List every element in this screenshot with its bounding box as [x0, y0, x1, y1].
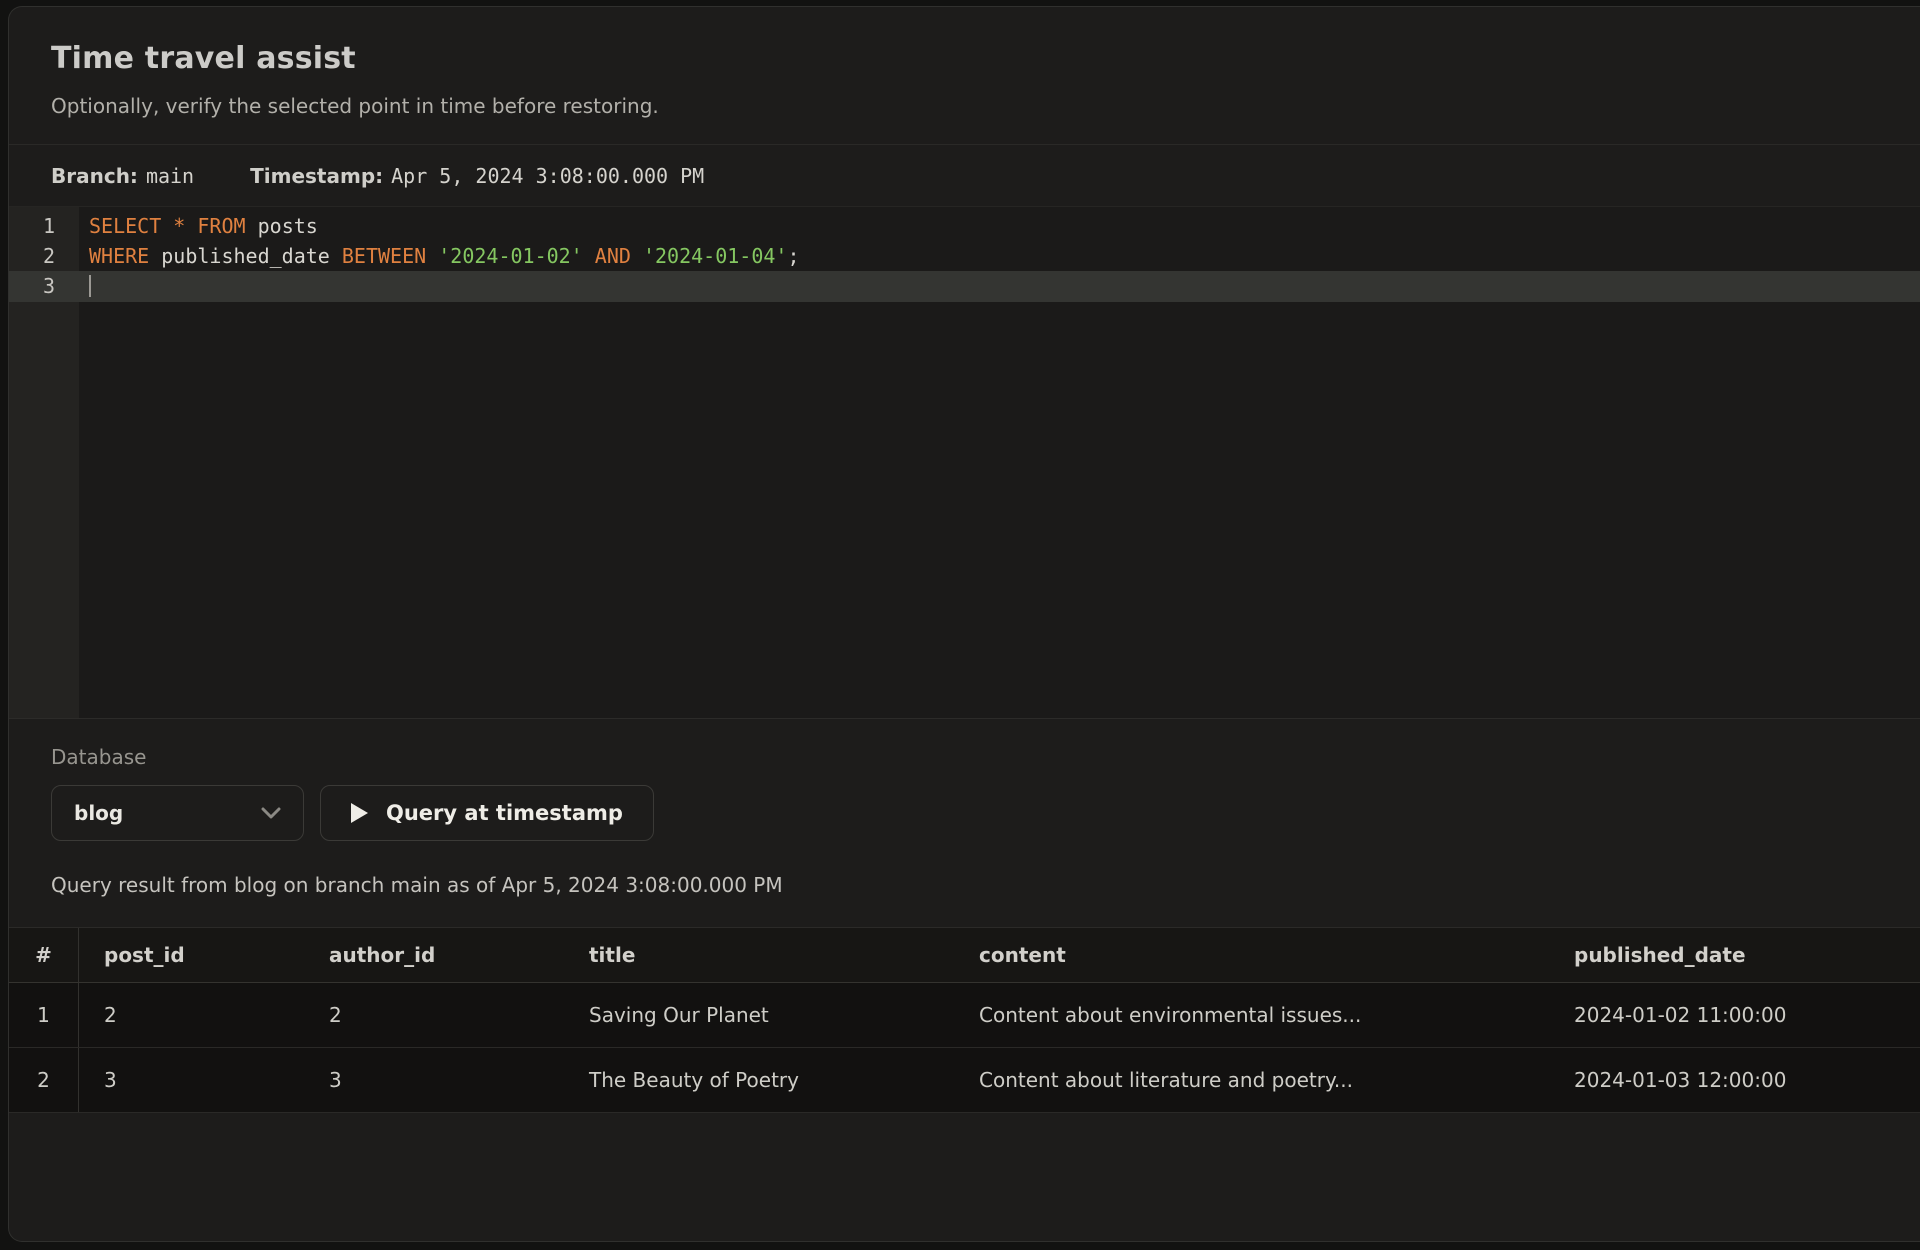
bottom-spacer	[9, 1113, 1920, 1241]
cell-author-id: 2	[304, 1003, 564, 1027]
query-button-label: Query at timestamp	[386, 801, 623, 825]
column-header-post-id: post_id	[79, 943, 304, 967]
code-line-3: 3	[9, 271, 1920, 301]
text-cursor	[89, 275, 91, 297]
column-header-author-id: author_id	[304, 943, 564, 967]
column-header-published-date: published_date	[1549, 943, 1920, 967]
code-line-1: 1 SELECT * FROM posts	[9, 211, 1920, 241]
cell-content: Content about environmental issues...	[954, 1003, 1549, 1027]
cell-post-id: 3	[79, 1068, 304, 1092]
panel-header: Time travel assist Optionally, verify th…	[9, 7, 1920, 145]
code-text-3	[79, 271, 91, 301]
result-table: # post_id author_id title content publis…	[9, 927, 1920, 1113]
cell-title: Saving Our Planet	[564, 1003, 954, 1027]
column-header-content: content	[954, 943, 1549, 967]
cell-index: 2	[9, 1048, 79, 1112]
code-text-2: WHERE published_date BETWEEN '2024-01-02…	[79, 241, 800, 271]
timestamp-group: Timestamp: Apr 5, 2024 3:08:00.000 PM	[250, 164, 704, 188]
code-text-1: SELECT * FROM posts	[79, 211, 318, 241]
line-number-3: 3	[9, 271, 79, 301]
cell-post-id: 2	[79, 1003, 304, 1027]
database-select-value: blog	[74, 801, 123, 825]
database-label: Database	[51, 745, 1878, 769]
page-subtitle: Optionally, verify the selected point in…	[51, 94, 1878, 118]
page-title: Time travel assist	[51, 41, 1878, 76]
branch-group: Branch: main	[51, 164, 194, 188]
line-number-1: 1	[9, 211, 79, 241]
timestamp-label: Timestamp:	[250, 164, 383, 188]
chevron-down-icon	[261, 807, 281, 819]
cell-index: 1	[9, 983, 79, 1047]
database-select[interactable]: blog	[51, 785, 304, 841]
code-line-2: 2 WHERE published_date BETWEEN '2024-01-…	[9, 241, 1920, 271]
sql-editor[interactable]: 1 SELECT * FROM posts 2 WHERE published_…	[9, 207, 1920, 718]
cell-title: The Beauty of Poetry	[564, 1068, 954, 1092]
table-header-row: # post_id author_id title content publis…	[9, 928, 1920, 983]
query-at-timestamp-button[interactable]: Query at timestamp	[320, 785, 654, 841]
cell-published-date: 2024-01-02 11:00:00	[1549, 1003, 1920, 1027]
column-header-index: #	[9, 928, 79, 982]
cell-author-id: 3	[304, 1068, 564, 1092]
meta-bar: Branch: main Timestamp: Apr 5, 2024 3:08…	[9, 145, 1920, 207]
database-section: Database blog Query at timestamp	[9, 718, 1920, 841]
line-number-2: 2	[9, 241, 79, 271]
table-row: 2 3 3 The Beauty of Poetry Content about…	[9, 1048, 1920, 1113]
code-lines: 1 SELECT * FROM posts 2 WHERE published_…	[9, 207, 1920, 301]
database-controls: blog Query at timestamp	[51, 785, 1878, 841]
query-result-caption: Query result from blog on branch main as…	[9, 841, 1920, 927]
play-icon	[351, 803, 368, 823]
cell-content: Content about literature and poetry...	[954, 1068, 1549, 1092]
cell-published-date: 2024-01-03 12:00:00	[1549, 1068, 1920, 1092]
timestamp-value: Apr 5, 2024 3:08:00.000 PM	[391, 164, 704, 188]
branch-label: Branch:	[51, 164, 138, 188]
table-row: 1 2 2 Saving Our Planet Content about en…	[9, 983, 1920, 1048]
branch-value: main	[146, 164, 194, 188]
column-header-title: title	[564, 943, 954, 967]
time-travel-panel: Time travel assist Optionally, verify th…	[8, 6, 1920, 1242]
